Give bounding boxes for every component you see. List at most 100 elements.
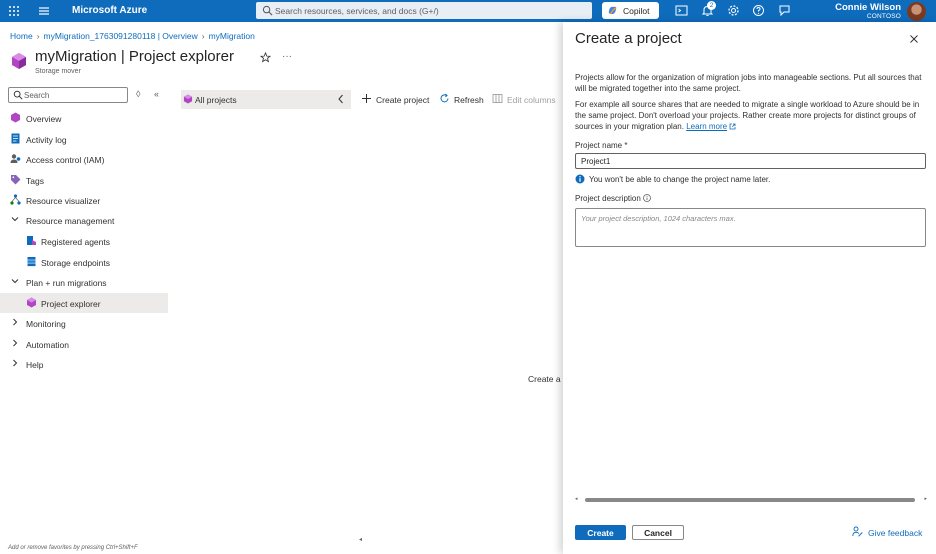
panel-intro-text: Projects allow for the organization of m… bbox=[575, 73, 922, 93]
copilot-button[interactable]: Copilot bbox=[602, 2, 659, 19]
project-name-info-text: You won't be able to change the project … bbox=[589, 175, 771, 184]
cloud-shell-icon[interactable] bbox=[675, 4, 688, 17]
sidebar-item-label: Resource visualizer bbox=[26, 195, 101, 206]
search-icon bbox=[13, 90, 23, 100]
create-button[interactable]: Create bbox=[575, 525, 626, 540]
add-icon bbox=[362, 94, 371, 103]
edit-columns-label: Edit columns bbox=[507, 94, 556, 105]
top-bar: Microsoft Azure Search resources, servic… bbox=[0, 0, 936, 22]
project-name-label: Project name * bbox=[575, 141, 628, 150]
sidebar-item-access-control[interactable]: Access control (IAM) bbox=[0, 149, 168, 169]
sidebar-item-label: Access control (IAM) bbox=[26, 154, 105, 165]
create-project-panel: Create a project Projects allow for the … bbox=[563, 22, 936, 554]
sidebar-group-label: Plan + run migrations bbox=[26, 277, 107, 288]
refresh-label: Refresh bbox=[454, 94, 484, 105]
refresh-button[interactable]: Refresh bbox=[439, 93, 487, 105]
empty-state-message: Create a p bbox=[528, 374, 568, 384]
panel-horizontal-scrollbar[interactable]: ◂ ▸ bbox=[575, 496, 927, 502]
sidebar-item-label: Project explorer bbox=[41, 298, 101, 309]
chevron-left-icon[interactable] bbox=[337, 94, 345, 104]
sidebar-item-resource-visualizer[interactable]: Resource visualizer bbox=[0, 190, 168, 210]
give-feedback-label: Give feedback bbox=[868, 528, 923, 538]
learn-more-link[interactable]: Learn more bbox=[686, 122, 727, 131]
activity-log-icon bbox=[11, 133, 20, 144]
sidebar-item-label: Storage endpoints bbox=[41, 257, 110, 268]
feedback-person-icon bbox=[852, 526, 863, 537]
sidebar-group-help[interactable]: Help bbox=[0, 354, 168, 374]
project-description-label: Project description bbox=[575, 194, 651, 203]
search-icon bbox=[262, 5, 273, 16]
access-control-icon bbox=[10, 154, 21, 163]
copilot-icon bbox=[608, 6, 617, 15]
cancel-button[interactable]: Cancel bbox=[632, 525, 684, 540]
breadcrumb-overview[interactable]: myMigration_1763091280118 | Overview bbox=[44, 31, 198, 41]
chevron-right-icon bbox=[13, 318, 18, 326]
expand-collapse-icon[interactable]: ◊ bbox=[136, 89, 140, 99]
info-icon bbox=[575, 174, 585, 184]
scroll-left-icon[interactable]: ◂ bbox=[575, 496, 578, 502]
scroll-left-arrow-icon[interactable]: ◂ bbox=[359, 536, 362, 543]
sidebar-group-monitoring[interactable]: Monitoring bbox=[0, 313, 168, 333]
feedback-icon[interactable] bbox=[778, 4, 791, 17]
sidebar-group-label: Monitoring bbox=[26, 318, 66, 329]
avatar[interactable] bbox=[907, 2, 926, 21]
collapse-sidebar-icon[interactable]: « bbox=[154, 89, 159, 99]
sidebar-item-activity-log[interactable]: Activity log bbox=[0, 129, 168, 149]
project-explorer-icon bbox=[27, 297, 36, 308]
external-link-icon bbox=[729, 123, 736, 130]
copilot-label: Copilot bbox=[623, 5, 650, 16]
page-title: myMigration | Project explorer bbox=[35, 48, 234, 65]
sidebar-item-registered-agents[interactable]: Registered agents bbox=[0, 231, 168, 251]
brand-title[interactable]: Microsoft Azure bbox=[72, 5, 147, 16]
more-options-icon[interactable]: ··· bbox=[282, 51, 292, 62]
close-icon[interactable] bbox=[909, 34, 919, 44]
sidebar-group-resource-management[interactable]: Resource management bbox=[0, 210, 168, 230]
chevron-right-icon bbox=[13, 359, 18, 367]
sidebar-item-storage-endpoints[interactable]: Storage endpoints bbox=[0, 252, 168, 272]
overview-icon bbox=[11, 112, 20, 123]
tags-icon bbox=[11, 175, 21, 185]
edit-columns-button[interactable]: Edit columns bbox=[492, 93, 556, 105]
info-outline-icon[interactable] bbox=[643, 194, 651, 202]
create-project-label: Create project bbox=[376, 94, 430, 105]
scroll-right-icon[interactable]: ▸ bbox=[924, 496, 927, 502]
user-org: CONTOSO bbox=[866, 13, 901, 20]
user-name: Connie Wilson bbox=[835, 2, 901, 13]
project-description-input[interactable] bbox=[575, 208, 926, 247]
project-name-input[interactable] bbox=[575, 153, 926, 169]
page-subtitle: Storage mover bbox=[35, 68, 81, 75]
breadcrumb-resource[interactable]: myMigration bbox=[209, 31, 255, 41]
create-project-button[interactable]: Create project bbox=[361, 93, 433, 105]
account-menu[interactable]: Connie Wilson CONTOSO bbox=[835, 3, 901, 21]
chevron-right-icon bbox=[13, 339, 18, 347]
panel-example-body: For example all source shares that are n… bbox=[575, 100, 920, 131]
settings-icon[interactable] bbox=[727, 4, 740, 17]
sidebar-item-project-explorer[interactable]: Project explorer bbox=[0, 293, 168, 313]
global-search-input[interactable]: Search resources, services, and docs (G+… bbox=[256, 2, 592, 19]
sidebar-item-label: Overview bbox=[26, 113, 62, 124]
registered-agents-icon bbox=[27, 236, 36, 245]
favorites-hint: Add or remove favorites by pressing Ctrl… bbox=[8, 545, 138, 551]
scrollbar-thumb[interactable] bbox=[585, 497, 915, 502]
breadcrumb-home[interactable]: Home bbox=[10, 31, 33, 41]
sidebar-group-plan-run-migrations[interactable]: Plan + run migrations bbox=[0, 272, 168, 292]
sidebar-search-placeholder: Search bbox=[24, 91, 50, 100]
project-description-label-text: Project description bbox=[575, 194, 641, 203]
favorite-star-icon[interactable] bbox=[260, 52, 271, 63]
project-icon bbox=[183, 94, 193, 104]
sidebar-search-input[interactable]: Search bbox=[8, 87, 128, 103]
sidebar-group-automation[interactable]: Automation bbox=[0, 334, 168, 354]
sidebar-item-overview[interactable]: Overview bbox=[0, 108, 168, 128]
sidebar-item-tags[interactable]: Tags bbox=[0, 170, 168, 190]
all-projects-item[interactable]: All projects bbox=[181, 90, 351, 109]
all-projects-label: All projects bbox=[195, 95, 237, 105]
waffle-icon[interactable] bbox=[8, 5, 20, 17]
chevron-down-icon bbox=[11, 279, 19, 284]
notification-badge: 2 bbox=[707, 1, 716, 10]
sidebar-item-label: Registered agents bbox=[41, 236, 110, 247]
search-placeholder: Search resources, services, and docs (G+… bbox=[275, 5, 439, 16]
breadcrumb-separator: › bbox=[201, 31, 205, 41]
refresh-icon bbox=[440, 93, 449, 103]
menu-icon[interactable] bbox=[38, 5, 50, 17]
help-icon[interactable] bbox=[752, 4, 765, 17]
